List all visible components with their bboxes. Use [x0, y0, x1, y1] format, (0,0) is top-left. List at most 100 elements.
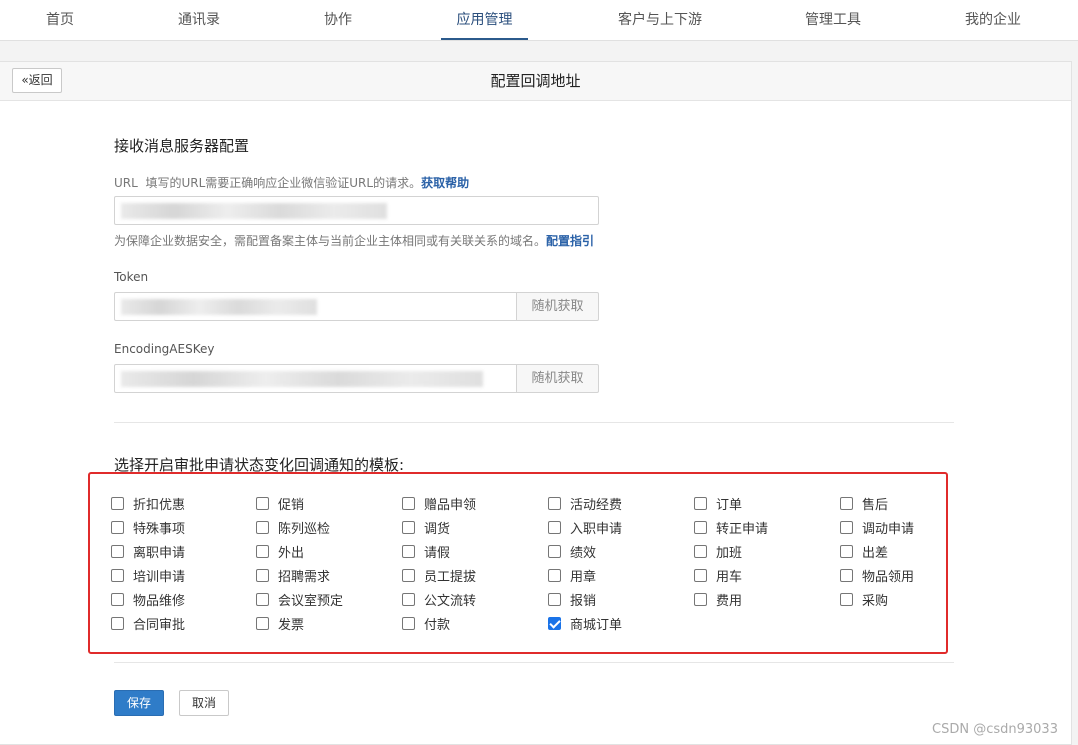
checkbox-label: 公文流转 — [424, 593, 477, 609]
checkbox[interactable] — [111, 616, 124, 630]
template-checkbox-item[interactable]: 调货 — [402, 518, 450, 537]
checkbox-label: 售后 — [862, 497, 889, 513]
checkbox-label: 折扣优惠 — [133, 497, 186, 513]
template-checkbox-item[interactable]: 会议室预定 — [256, 590, 343, 609]
checkbox[interactable] — [548, 520, 561, 534]
highlight-box — [88, 472, 948, 654]
top-nav: 首页 通讯录 协作 应用管理 客户与上下游 管理工具 我的企业 — [0, 0, 1078, 41]
checkbox[interactable] — [840, 592, 853, 606]
checkbox[interactable] — [256, 568, 269, 582]
checkbox[interactable] — [111, 496, 124, 510]
template-checkbox-item[interactable]: 售后 — [840, 494, 889, 513]
checkbox[interactable] — [694, 496, 707, 510]
template-checkbox-item[interactable]: 外出 — [256, 542, 304, 561]
template-checkbox-item[interactable]: 陈列巡检 — [256, 518, 330, 537]
save-button[interactable]: 保存 — [114, 690, 164, 716]
checkbox[interactable] — [402, 544, 415, 558]
template-checkbox-item[interactable]: 加班 — [694, 542, 742, 561]
nav-item-contacts[interactable]: 通讯录 — [164, 0, 234, 40]
template-checkbox-item[interactable]: 折扣优惠 — [111, 494, 186, 513]
checkbox[interactable] — [256, 496, 269, 510]
config-guide-link[interactable]: 配置指引 — [546, 234, 594, 248]
template-checkbox-item[interactable]: 转正申请 — [694, 518, 768, 537]
checkbox[interactable] — [840, 544, 853, 558]
template-checkbox-item[interactable]: 采购 — [840, 590, 888, 609]
token-random-button[interactable]: 随机获取 — [516, 292, 599, 321]
checkbox[interactable] — [402, 568, 415, 582]
template-checkbox-item[interactable]: 离职申请 — [111, 542, 185, 561]
nav-item-customers[interactable]: 客户与上下游 — [608, 0, 712, 40]
checkbox[interactable] — [111, 520, 124, 534]
checkbox[interactable] — [548, 544, 561, 558]
template-checkbox-item[interactable]: 发票 — [256, 614, 304, 633]
checkbox-checked[interactable] — [548, 616, 561, 630]
cancel-button[interactable]: 取消 — [179, 690, 229, 716]
template-checkbox-item[interactable]: 报销 — [548, 590, 596, 609]
template-checkbox-item[interactable]: 物品领用 — [840, 566, 915, 585]
template-checkbox-item[interactable]: 调动申请 — [840, 518, 914, 537]
watermark: CSDN @csdn93033 — [932, 722, 1058, 737]
template-checkbox-item[interactable]: 特殊事项 — [111, 518, 185, 537]
checkbox[interactable] — [111, 544, 124, 558]
help-link[interactable]: 获取帮助 — [421, 176, 469, 190]
template-checkbox-item[interactable]: 出差 — [840, 542, 888, 561]
aes-key-label: EncodingAESKey — [114, 342, 215, 356]
template-checkbox-item[interactable]: 活动经费 — [548, 494, 622, 513]
template-checkbox-item[interactable]: 付款 — [402, 614, 451, 633]
nav-item-app-management[interactable]: 应用管理 — [441, 0, 528, 40]
checkbox-label: 促销 — [278, 497, 305, 513]
nav-item-management-tools[interactable]: 管理工具 — [793, 0, 873, 40]
nav-item-home[interactable]: 首页 — [30, 0, 90, 40]
template-checkbox-item[interactable]: 请假 — [402, 542, 450, 561]
checkbox[interactable] — [840, 568, 853, 582]
url-input[interactable] — [114, 196, 599, 225]
checkbox-label: 物品领用 — [862, 569, 915, 585]
checkbox[interactable] — [694, 520, 707, 534]
template-checkbox-item[interactable]: 赠品申领 — [402, 494, 476, 513]
checkbox[interactable] — [548, 496, 561, 510]
blurred-value — [121, 203, 387, 219]
checkbox-label: 付款 — [424, 617, 451, 633]
checkbox[interactable] — [840, 520, 853, 534]
checkbox[interactable] — [694, 544, 707, 558]
security-note-text: 为保障企业数据安全，需配置备案主体与当前企业主体相同或有关联关系的域名。 — [114, 234, 547, 248]
checkbox[interactable] — [256, 520, 269, 534]
template-checkbox-item[interactable]: 入职申请 — [548, 518, 622, 537]
checkbox[interactable] — [548, 568, 561, 582]
checkbox[interactable] — [402, 616, 415, 630]
checkbox[interactable] — [402, 496, 415, 510]
checkbox[interactable] — [694, 592, 707, 606]
template-checkbox-item[interactable]: 用章 — [548, 566, 596, 585]
checkbox[interactable] — [256, 592, 269, 606]
template-checkbox-item[interactable]: 商城订单 — [548, 614, 622, 633]
blurred-value — [121, 299, 317, 315]
checkbox[interactable] — [840, 496, 853, 510]
template-checkbox-item[interactable]: 物品维修 — [111, 590, 185, 609]
aes-key-input[interactable] — [114, 364, 517, 393]
checkbox[interactable] — [548, 592, 561, 606]
checkbox[interactable] — [256, 616, 269, 630]
checkbox[interactable] — [111, 592, 124, 606]
template-checkbox-item[interactable]: 合同审批 — [111, 614, 185, 633]
checkbox[interactable] — [256, 544, 269, 558]
template-checkbox-item[interactable]: 员工提拔 — [402, 566, 476, 585]
aes-key-random-button[interactable]: 随机获取 — [516, 364, 599, 393]
checkbox[interactable] — [402, 520, 415, 534]
nav-item-my-enterprise[interactable]: 我的企业 — [953, 0, 1033, 40]
template-checkbox-item[interactable]: 招聘需求 — [256, 566, 330, 585]
template-checkbox-item[interactable]: 培训申请 — [111, 566, 185, 585]
template-checkbox-item[interactable]: 用车 — [694, 566, 742, 585]
checkbox[interactable] — [694, 568, 707, 582]
template-checkbox-item[interactable]: 绩效 — [548, 542, 596, 561]
template-checkbox-item[interactable]: 订单 — [694, 494, 742, 513]
url-hint-text: 填写的URL需要正确响应企业微信验证URL的请求。 — [145, 176, 422, 190]
template-checkbox-item[interactable]: 促销 — [256, 494, 305, 513]
template-checkbox-item[interactable]: 公文流转 — [402, 590, 477, 609]
template-checkbox-item[interactable]: 费用 — [694, 590, 742, 609]
token-input[interactable] — [114, 292, 517, 321]
checkbox[interactable] — [402, 592, 415, 606]
divider — [114, 662, 954, 663]
checkbox[interactable] — [111, 568, 124, 582]
back-button[interactable]: «返回 — [12, 68, 62, 93]
nav-item-collaboration[interactable]: 协作 — [310, 0, 366, 40]
